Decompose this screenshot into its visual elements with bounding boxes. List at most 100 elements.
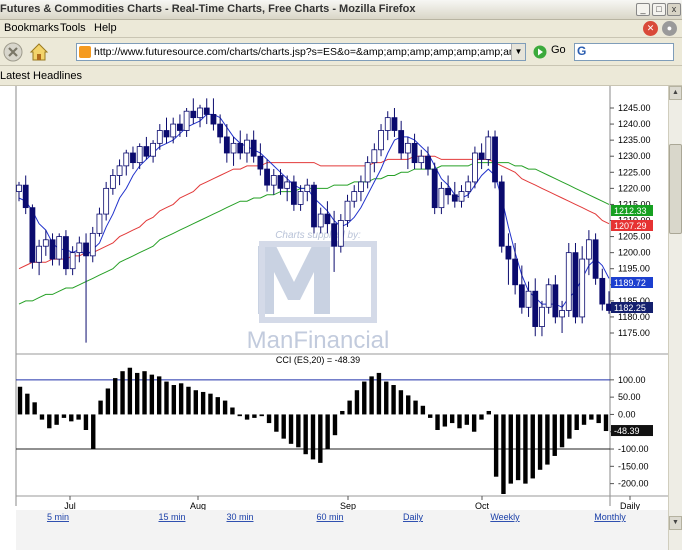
candle-up [337, 220, 344, 247]
candle-up [358, 181, 364, 192]
stop-icon[interactable] [2, 41, 24, 63]
candle-up [56, 236, 63, 260]
timeframe-link[interactable]: 15 min [158, 512, 185, 522]
candle-up [384, 117, 391, 131]
price-tick-label: 1180.00 [618, 312, 650, 322]
timeframe-link[interactable]: Monthly [594, 512, 626, 522]
timeframe-link[interactable]: Daily [403, 512, 424, 522]
scroll-up-icon[interactable]: ▲ [669, 86, 682, 100]
menu-bookmarks[interactable]: Bookmarks [4, 22, 59, 34]
cci-panel: 100.0050.000.00-50.00-100.00-150.00-200.… [16, 367, 653, 494]
candle-up [585, 239, 592, 260]
candle-down [592, 239, 599, 279]
timeframe-link[interactable]: 30 min [226, 512, 253, 522]
cci-bar [464, 414, 470, 425]
search-box[interactable]: G [574, 43, 674, 61]
throbber-icon: ● [662, 21, 677, 36]
address-history-dropdown-icon[interactable]: ▼ [511, 44, 525, 60]
cci-bar [449, 414, 455, 424]
price-badge-label: 1189.72 [614, 278, 646, 288]
candle-down [223, 136, 230, 154]
cci-bar [545, 414, 550, 465]
date-axis: Jul Aug Sep Oct Daily [16, 495, 668, 511]
candle-up [472, 152, 478, 183]
candle-down [398, 130, 405, 154]
cci-bar [523, 414, 528, 484]
cci-bar [428, 414, 433, 418]
candle-up [123, 152, 130, 167]
candle-up [183, 110, 190, 131]
cci-bar [135, 372, 140, 415]
candle-up [136, 146, 143, 164]
scrollbar-thumb[interactable] [669, 144, 682, 234]
stop-loading-icon[interactable]: ✕ [643, 21, 658, 36]
go-button[interactable]: Go [551, 44, 566, 56]
cci-bar [98, 400, 103, 415]
candle-up [89, 232, 96, 257]
cci-bar [208, 393, 213, 415]
menu-help[interactable]: Help [94, 22, 117, 34]
candle-down [512, 258, 519, 286]
cci-bar [310, 414, 316, 460]
date-tick-label: Jul [64, 501, 76, 511]
cci-bar [391, 385, 396, 415]
candle-up [42, 239, 49, 247]
candle-down [411, 142, 418, 164]
cci-bar [17, 386, 23, 415]
cci-bar [369, 376, 374, 415]
cci-bar [32, 402, 37, 415]
candle-up [69, 252, 76, 270]
cci-bar [237, 414, 242, 417]
cci-bar [259, 414, 264, 417]
blogger-favicon-icon [79, 46, 91, 58]
timeframe-link[interactable]: 60 min [316, 512, 343, 522]
cci-bar [420, 405, 426, 415]
cci-bar [581, 414, 587, 425]
cci-bar [91, 414, 96, 450]
price-tick-label: 1220.00 [618, 183, 651, 193]
cci-bar [530, 414, 535, 479]
cci-bar [303, 414, 308, 455]
candle-up [109, 175, 116, 189]
navigation-toolbar: http://www.futuresource.com/charts/chart… [0, 38, 682, 66]
watermark-caption: Charts supplied by: [275, 230, 361, 241]
candle-down [451, 194, 458, 202]
cci-bar [47, 414, 52, 429]
timeframe-link[interactable]: 5 min [47, 512, 69, 522]
watermark-brand: ManFinancial [247, 327, 390, 354]
cci-bar [354, 390, 360, 415]
cci-bar [340, 410, 345, 415]
cci-bar [274, 414, 279, 432]
address-bar[interactable]: http://www.futuresource.com/charts/chart… [76, 43, 526, 61]
price-tick-label: 1230.00 [618, 151, 651, 161]
futures-chart[interactable]: Charts supplied by: ManFinancial 1245.00… [0, 86, 668, 550]
menu-tools[interactable]: Tools [60, 22, 86, 34]
candle-down [599, 277, 606, 305]
cci-value-badge-label: -48.39 [614, 426, 640, 436]
go-arrow-icon[interactable] [533, 45, 547, 59]
candle-up [156, 130, 163, 144]
vertical-scrollbar[interactable]: ▲ ▼ [668, 86, 682, 550]
candle-down [63, 236, 69, 270]
scroll-down-icon[interactable]: ▼ [669, 516, 682, 530]
cci-bar [281, 414, 286, 439]
timeframe-link[interactable]: Weekly [490, 512, 520, 522]
address-bar-url: http://www.futuresource.com/charts/chart… [94, 46, 525, 58]
cci-tick-label: 50.00 [618, 392, 641, 402]
minimize-button[interactable]: _ [636, 3, 650, 16]
close-window-button[interactable]: x [667, 3, 681, 16]
candle-up [438, 187, 445, 209]
cci-bar [457, 414, 462, 429]
cci-bar [200, 391, 206, 415]
latest-headlines-bookmark[interactable]: Latest Headlines [0, 70, 82, 82]
price-tick-label: 1195.00 [618, 264, 650, 274]
home-icon[interactable] [28, 41, 50, 63]
candle-down [492, 136, 498, 183]
candle-up [317, 213, 324, 228]
cci-bar [479, 414, 484, 420]
maximize-button[interactable]: □ [652, 3, 666, 16]
candle-down [290, 181, 297, 205]
cci-bar [113, 378, 118, 415]
candle-down [143, 146, 150, 157]
candle-down [505, 245, 512, 260]
